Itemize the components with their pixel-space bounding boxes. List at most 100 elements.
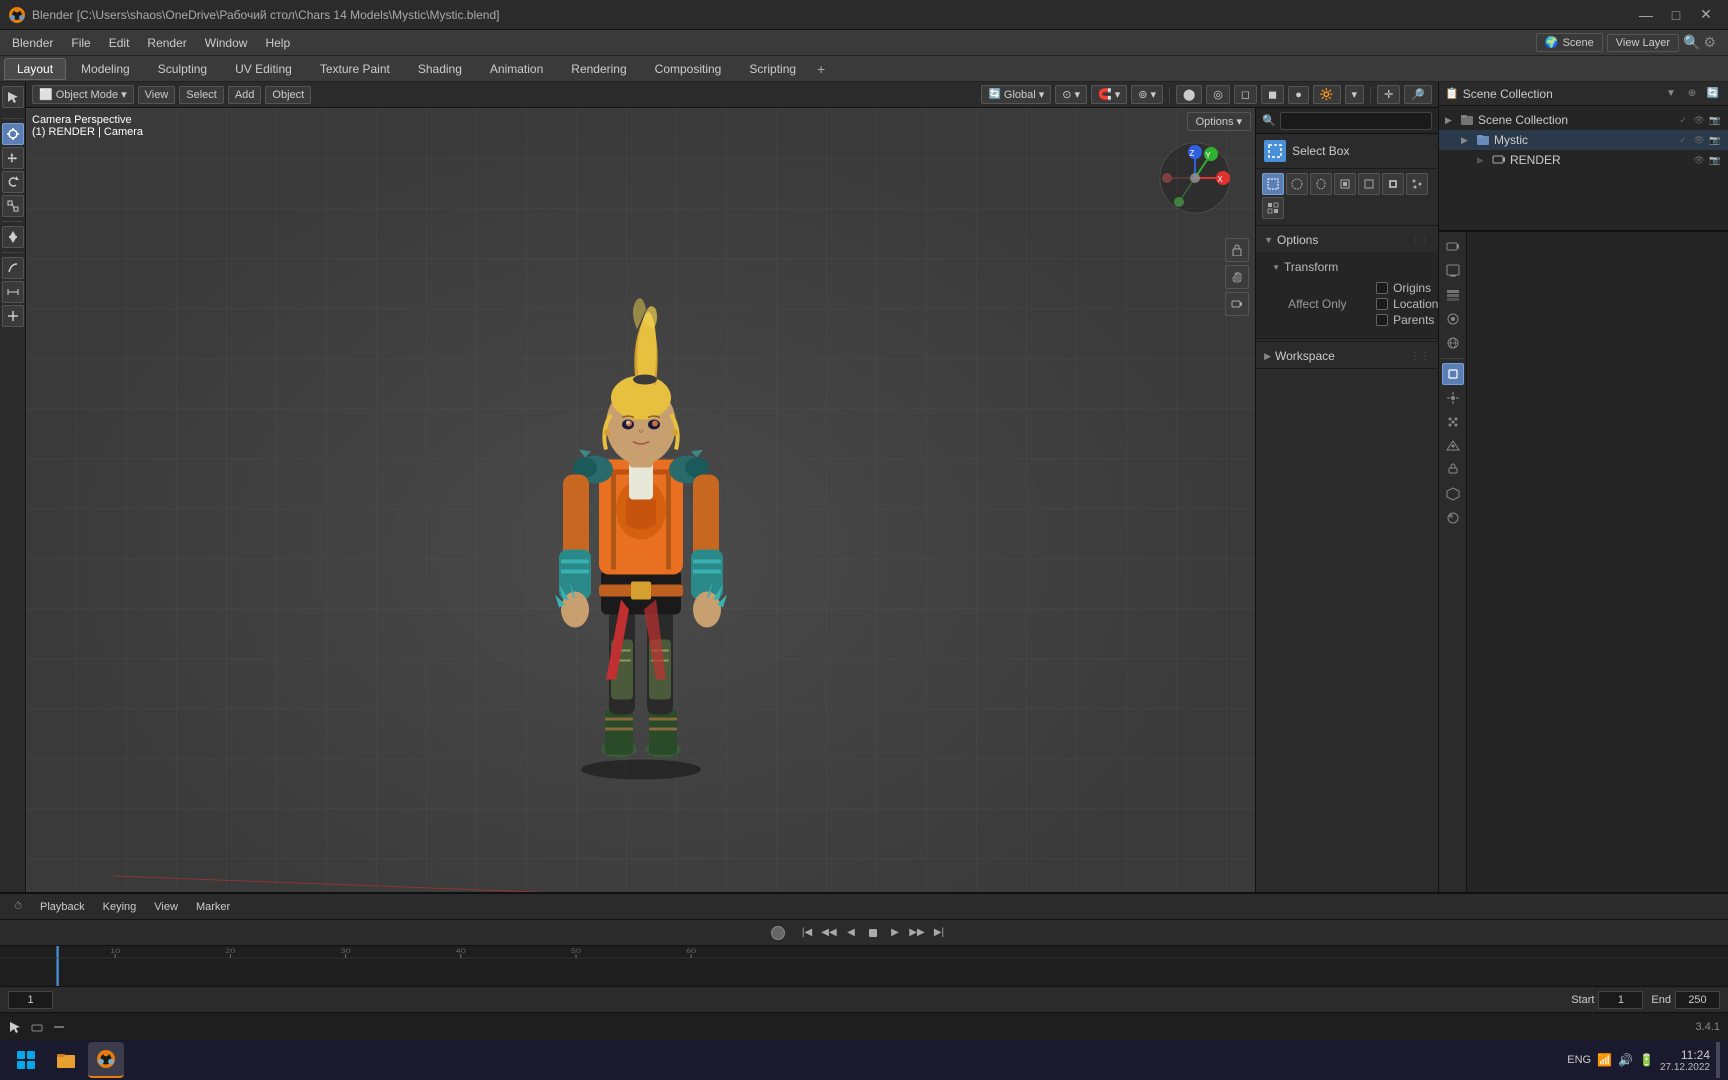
n-panel-search-input[interactable] <box>1280 112 1432 130</box>
mystic-expand[interactable]: ▶ <box>1461 135 1475 146</box>
toolbar-transform-tool[interactable] <box>2 226 24 248</box>
viewport-options-button[interactable]: Options ▾ <box>1187 112 1251 131</box>
outliner-row-mystic[interactable]: ▶ Mystic ✓ 👁 📷 <box>1439 130 1728 150</box>
toolbar-scale-tool[interactable] <box>2 195 24 217</box>
outliner-filter-btn[interactable]: ▼ <box>1662 85 1680 103</box>
blender-taskbar-button[interactable] <box>88 1042 124 1078</box>
timeline-track[interactable]: 10 20 30 40 50 60 <box>0 946 1728 986</box>
scene-selector[interactable]: 🌍 Scene <box>1536 33 1603 52</box>
stop-btn[interactable] <box>863 923 883 943</box>
affect-origins-item[interactable]: Origins <box>1376 281 1438 295</box>
tool-select-box[interactable] <box>1262 173 1284 195</box>
maximize-button[interactable]: □ <box>1662 1 1690 29</box>
end-frame-input[interactable] <box>1675 991 1720 1009</box>
viewport-hand-btn[interactable] <box>1225 265 1249 289</box>
view-menu-btn[interactable]: View <box>138 86 176 104</box>
prop-render-btn[interactable] <box>1442 236 1464 258</box>
tool-select-all[interactable] <box>1334 173 1356 195</box>
marker-menu-btn[interactable]: Marker <box>190 899 236 915</box>
tool-invert[interactable] <box>1382 173 1404 195</box>
play-reverse-btn[interactable]: ◀ <box>841 923 861 943</box>
prop-view-layer-btn[interactable] <box>1442 284 1464 306</box>
scene-collection-expand[interactable]: ▶ <box>1445 115 1459 126</box>
render-expand[interactable]: ▶ <box>1477 155 1491 166</box>
tool-random[interactable] <box>1406 173 1428 195</box>
statusbar-icon3[interactable] <box>52 1020 66 1034</box>
tab-compositing[interactable]: Compositing <box>642 58 735 80</box>
add-menu-btn[interactable]: Add <box>228 86 262 104</box>
statusbar-icon2[interactable] <box>30 1020 44 1034</box>
viewport-gizmo[interactable]: X Y Z <box>1155 138 1235 218</box>
prop-data-btn[interactable] <box>1442 483 1464 505</box>
outliner-overlay-btn[interactable]: ⊕ <box>1683 85 1701 103</box>
statusbar-mode-indicator[interactable] <box>8 1020 22 1034</box>
rendered-shading-btn[interactable]: 🔆 <box>1313 85 1341 104</box>
mystic-exclude-icon[interactable]: ✓ <box>1676 133 1690 147</box>
tab-layout[interactable]: Layout <box>4 58 66 80</box>
toolbar-cursor-tool[interactable] <box>2 123 24 145</box>
close-button[interactable]: ✕ <box>1692 1 1720 29</box>
select-menu-btn[interactable]: Select <box>179 86 224 104</box>
object-menu-btn[interactable]: Object <box>265 86 311 104</box>
mode-selector[interactable]: ⬜ Object Mode ▾ <box>32 85 134 104</box>
timeline-header-icon[interactable]: ⏱ <box>8 897 28 917</box>
toolbar-add-tool[interactable] <box>2 305 24 327</box>
options-section-header[interactable]: ▼ Options ⋮⋮ <box>1256 228 1438 252</box>
windows-start-button[interactable] <box>8 1042 44 1078</box>
search-icon-top[interactable]: 🔍 <box>1683 34 1700 51</box>
keying-menu-btn[interactable]: Keying <box>97 899 143 915</box>
origins-checkbox[interactable] <box>1376 282 1388 294</box>
affect-parents-item[interactable]: Parents <box>1376 313 1438 327</box>
tool-select-lasso[interactable] <box>1310 173 1332 195</box>
record-button[interactable] <box>771 926 785 940</box>
menu-window[interactable]: Window <box>197 34 256 52</box>
current-frame-input[interactable] <box>8 991 53 1009</box>
parents-checkbox[interactable] <box>1376 314 1388 326</box>
battery-icon[interactable]: 🔋 <box>1639 1053 1654 1067</box>
play-btn[interactable]: ▶ <box>885 923 905 943</box>
prop-constraints-btn[interactable] <box>1442 459 1464 481</box>
tab-texture-paint[interactable]: Texture Paint <box>307 58 403 80</box>
workspace-section-header[interactable]: ▶ Workspace ⋮⋮ <box>1256 344 1438 368</box>
shading-dropdown[interactable]: ▾ <box>1345 85 1365 104</box>
tab-scripting[interactable]: Scripting <box>736 58 809 80</box>
overlay-toggle[interactable]: ⬤ <box>1176 85 1202 104</box>
tab-animation[interactable]: Animation <box>477 58 556 80</box>
toolbar-move-tool[interactable] <box>2 147 24 169</box>
render-hide-icon[interactable]: 👁 <box>1692 153 1706 167</box>
menu-edit[interactable]: Edit <box>101 34 138 52</box>
pivot-point-selector[interactable]: ⊙ ▾ <box>1055 85 1087 104</box>
render-camera-icon[interactable]: 📷 <box>1708 153 1722 167</box>
tool-checker[interactable] <box>1262 197 1284 219</box>
menu-blender[interactable]: Blender <box>4 34 61 52</box>
file-explorer-button[interactable] <box>48 1042 84 1078</box>
step-forward-btn[interactable]: ▶▶ <box>907 923 927 943</box>
minimize-button[interactable]: — <box>1632 1 1660 29</box>
add-workspace-button[interactable]: + <box>811 59 831 79</box>
tool-deselect[interactable] <box>1358 173 1380 195</box>
volume-icon[interactable]: 🔊 <box>1618 1053 1633 1067</box>
tool-select-circle[interactable] <box>1286 173 1308 195</box>
toolbar-select-tool[interactable] <box>2 86 24 108</box>
mystic-hide-icon[interactable]: 👁 <box>1692 133 1706 147</box>
prop-output-btn[interactable] <box>1442 260 1464 282</box>
network-icon[interactable]: 📶 <box>1597 1053 1612 1067</box>
tab-sculpting[interactable]: Sculpting <box>145 58 220 80</box>
toolbar-annotate-tool[interactable] <box>2 257 24 279</box>
outliner-row-render[interactable]: ▶ RENDER 👁 📷 <box>1439 150 1728 170</box>
menu-help[interactable]: Help <box>257 34 298 52</box>
step-back-btn[interactable]: ◀◀ <box>819 923 839 943</box>
jump-start-btn[interactable]: |◀ <box>797 923 817 943</box>
wireframe-shading-btn[interactable]: ◻ <box>1234 85 1257 104</box>
overlay-options[interactable]: 🔎 <box>1404 85 1432 104</box>
prop-physics-btn[interactable] <box>1442 435 1464 457</box>
prop-scene-btn[interactable] <box>1442 308 1464 330</box>
toolbar-measure-tool[interactable] <box>2 281 24 303</box>
proportional-editing-btn[interactable]: ⊚ ▾ <box>1131 85 1163 104</box>
titlebar-controls[interactable]: — □ ✕ <box>1632 1 1720 29</box>
scene-collection-exclude-icon[interactable]: ✓ <box>1676 113 1690 127</box>
material-shading-btn[interactable]: ● <box>1288 86 1309 104</box>
taskbar-datetime[interactable]: 11:24 27.12.2022 <box>1660 1048 1710 1073</box>
outliner-row-scene-collection[interactable]: ▶ Scene Collection ✓ 👁 📷 <box>1439 110 1728 130</box>
prop-world-btn[interactable] <box>1442 332 1464 354</box>
